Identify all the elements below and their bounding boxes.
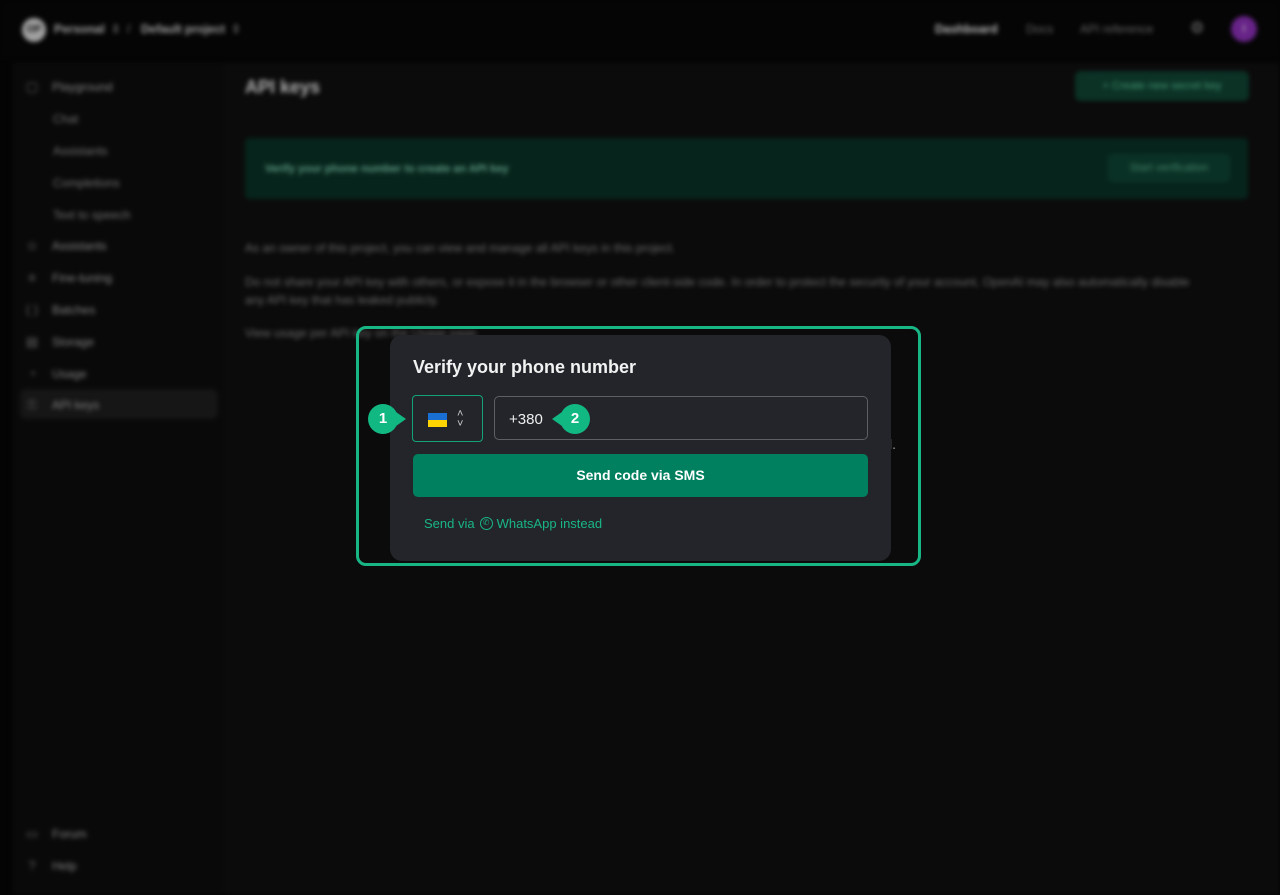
ukraine-flag-icon xyxy=(428,413,447,427)
verify-phone-dialog: Verify your phone number ˄ ˅ +380 Send co… xyxy=(390,335,891,561)
country-selector[interactable]: ˄ ˅ xyxy=(412,395,483,442)
phone-value: +380 xyxy=(509,411,543,428)
chevron-updown-icon: ˄ ˅ xyxy=(457,408,464,430)
annotation-badge-2: 2 xyxy=(552,404,590,434)
whatsapp-link[interactable]: Send via ✆ WhatsApp instead xyxy=(424,516,602,531)
whatsapp-icon: ✆ xyxy=(479,517,493,530)
annotation-badge-1: 1 xyxy=(368,404,406,434)
phone-input[interactable]: +380 xyxy=(494,396,868,440)
send-sms-button[interactable]: Send code via SMS xyxy=(413,454,868,497)
dialog-title: Verify your phone number xyxy=(413,357,637,377)
